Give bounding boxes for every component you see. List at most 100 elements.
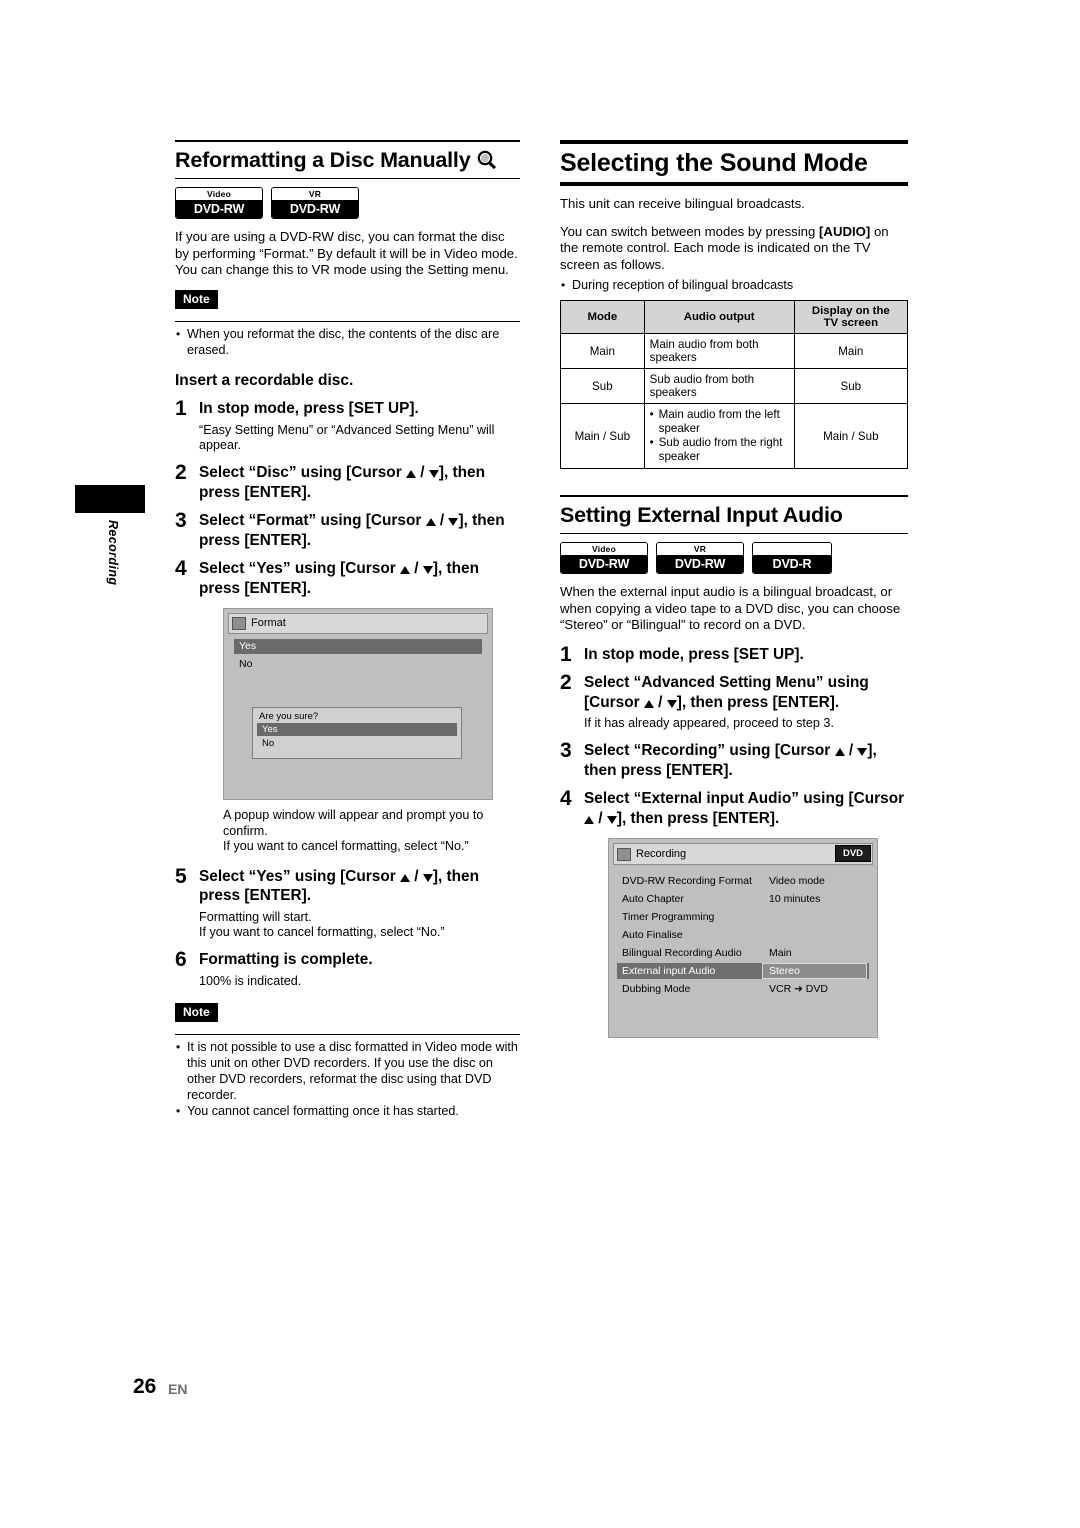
recording-menu-title: Recording (613, 843, 873, 866)
format-option-yes[interactable]: Yes (234, 639, 482, 655)
disc-logo-bottom-label: DVD-R (753, 555, 831, 574)
cell-output: Main audio from both speakers (643, 333, 795, 370)
dvd-badge: DVD (835, 845, 871, 863)
menu-row-timer-programming[interactable]: Timer Programming (617, 909, 869, 925)
external-audio-intro: When the external input audio is a bilin… (560, 584, 901, 633)
step-5-sub: Formatting will start. If you want to ca… (199, 909, 445, 940)
cursor-down-icon (666, 699, 677, 708)
bilingual-bullet-list: During reception of bilingual broadcasts (560, 278, 908, 294)
cell-display: Main / Sub (793, 403, 909, 470)
cell-output: Main audio from the left speaker Sub aud… (643, 403, 795, 470)
step-text: Select “Yes” using [Cursor / ], then pre… (199, 867, 479, 905)
step-text: In stop mode, press [SET UP]. (199, 400, 419, 418)
disc-logos-right: Video DVD-RW VR DVD-RW DVD-R (560, 542, 908, 575)
format-option-no[interactable]: No (234, 657, 482, 672)
table-row: Main Main audio from both speakers Main (560, 333, 909, 370)
disc-logo-dvd-rw-video: Video DVD-RW (175, 187, 263, 219)
step-6: 6 Formatting is complete. (175, 949, 520, 969)
menu-row-label: DVD-RW Recording Format (622, 875, 752, 888)
cursor-down-icon (857, 748, 868, 757)
disc-logo-top-label (753, 543, 831, 556)
menu-row-auto-finalise[interactable]: Auto Finalise (617, 927, 869, 943)
cursor-up-icon (643, 699, 654, 708)
step-1-sub: “Easy Setting Menu” or “Advanced Setting… (199, 422, 495, 453)
step-2: 2 Select “Disc” using [Cursor / ], then … (175, 462, 520, 502)
cursor-down-icon (422, 873, 433, 882)
menu-row-label: External input Audio (622, 965, 716, 978)
bilingual-bullet: During reception of bilingual broadcasts (560, 278, 908, 294)
menu-row-label: Bilingual Recording Audio (622, 947, 742, 960)
page-title-reformat: Reformatting a Disc Manually (175, 148, 520, 179)
sound-mode-heading-block: Selecting the Sound Mode (560, 140, 908, 186)
cell-mode: Main / Sub (560, 403, 645, 470)
disc-logo-top-label: Video (561, 543, 647, 556)
page-title-sound-mode: Selecting the Sound Mode (560, 149, 868, 177)
disc-logo-top-label: VR (272, 188, 358, 200)
reformat-heading-block: Reformatting a Disc Manually (175, 140, 520, 179)
disc-logo-bottom-label: DVD-RW (176, 200, 262, 218)
disc-logo-dvd-rw-video: Video DVD-RW (560, 542, 648, 575)
note-item: It is not possible to use a disc formatt… (175, 1040, 520, 1103)
th-audio-output: Audio output (643, 300, 795, 335)
confirm-popup-yes[interactable]: Yes (257, 723, 457, 737)
page-number: 26 (133, 1375, 157, 1398)
sound-mode-para2: You can switch between modes by pressing… (560, 223, 889, 272)
menu-row-value: 10 minutes (769, 893, 821, 906)
format-screen-title: Format (228, 613, 488, 635)
step-text: Select “Yes” using [Cursor / ], then pre… (199, 560, 479, 597)
step-number: 2 (560, 671, 572, 695)
after-screen-note: A popup window will appear and prompt yo… (223, 808, 484, 854)
note-label: Note (175, 289, 218, 309)
menu-row-label: Auto Chapter (622, 893, 684, 906)
step-text: Select “Disc” using [Cursor / ], then pr… (199, 464, 485, 501)
th-display: Display on the TV screen (793, 300, 909, 335)
disc-logo-top-label: Video (176, 188, 262, 200)
step-number: 3 (175, 509, 187, 533)
cell-display: Main (793, 333, 909, 370)
cursor-up-icon (400, 873, 410, 882)
menu-row-label: Auto Finalise (622, 929, 683, 942)
insert-disc-instruction: Insert a recordable disc. (175, 372, 354, 390)
step-text: Select “Recording” using [Cursor / ], th… (584, 742, 877, 779)
note-label: Note (175, 1003, 218, 1023)
step-5: 5 Select “Yes” using [Cursor / ], then p… (175, 864, 520, 906)
step-number: 4 (175, 557, 187, 581)
reformat-intro-text: If you are using a DVD-RW disc, you can … (175, 229, 518, 278)
menu-row-bilingual-recording-audio[interactable]: Bilingual Recording Audio Main (617, 945, 869, 961)
cell-display: Sub (793, 368, 909, 405)
menu-row-dubbing-mode[interactable]: Dubbing Mode VCR ➜ DVD (617, 981, 869, 997)
confirm-popup-question: Are you sure? (259, 711, 319, 723)
cell-output-item: Sub audio from the right speaker (650, 436, 789, 464)
step-4: 4 Select “Yes” using [Cursor / ], then p… (175, 557, 520, 598)
step-text: Select “External input Audio” using [Cur… (584, 790, 905, 827)
confirm-popup-no[interactable]: No (257, 737, 457, 750)
table-row: Sub Sub audio from both speakers Sub (560, 368, 909, 405)
note-item: You cannot cancel formatting once it has… (175, 1104, 520, 1120)
menu-row-label: Dubbing Mode (622, 983, 691, 996)
menu-row-dvd-rw-recording-format[interactable]: DVD-RW Recording Format Video mode (617, 873, 869, 889)
step-text: Select “Format” using [Cursor / ], then … (199, 512, 505, 549)
audio-mode-table: Mode Audio output Display on the TV scree… (560, 300, 909, 470)
menu-row-auto-chapter[interactable]: Auto Chapter 10 minutes (617, 891, 869, 907)
disc-logo-dvd-rw-vr: VR DVD-RW (271, 187, 359, 219)
cell-output: Sub audio from both speakers (643, 368, 795, 405)
table-header-row: Mode Audio output Display on the TV scree… (560, 300, 909, 335)
cell-output-list: Main audio from the left speaker Sub aud… (650, 408, 789, 464)
ext-step-1: 1 In stop mode, press [SET UP]. (560, 644, 908, 664)
disc-logos-left: Video DVD-RW VR DVD-RW (175, 187, 520, 219)
disc-logo-dvd-r: DVD-R (752, 542, 832, 575)
step-number: 1 (175, 397, 187, 421)
note-block-2: Note It is not possible to use a disc fo… (175, 1003, 520, 1120)
cursor-down-icon (422, 566, 433, 575)
th-mode: Mode (560, 300, 645, 335)
ext-step-2-sub: If it has already appeared, proceed to s… (584, 716, 834, 731)
cursor-up-icon (425, 518, 436, 527)
ext-step-2: 2 Select “Advanced Setting Menu” using [… (560, 671, 908, 712)
step-number: 3 (560, 739, 572, 763)
cursor-up-icon (400, 566, 410, 575)
menu-row-external-input-audio[interactable]: External input Audio Stereo (617, 963, 869, 980)
format-screen-screenshot: Format Yes No Are you sure? Yes No (223, 608, 493, 801)
disc-icon (617, 848, 631, 862)
table-row: Main / Sub Main audio from the left spea… (560, 403, 909, 470)
step-number: 5 (175, 864, 187, 888)
